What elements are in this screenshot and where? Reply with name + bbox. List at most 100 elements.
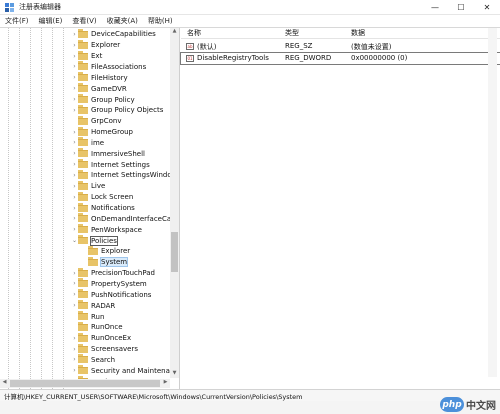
- registry-key-tree[interactable]: › DeviceCapabilities › Explorer › Ext › FileAss…: [0, 28, 180, 389]
- menu-view[interactable]: 查看(V): [67, 16, 101, 26]
- close-button[interactable]: ✕: [474, 0, 500, 15]
- tree-item[interactable]: System: [81, 256, 179, 268]
- folder-icon: [78, 72, 88, 82]
- column-header-data[interactable]: 数据: [351, 28, 365, 38]
- expand-chevron-right-icon[interactable]: ›: [71, 31, 78, 38]
- tree-item[interactable]: › ImmersiveShell: [71, 148, 179, 159]
- expand-chevron-down-icon[interactable]: ⌄: [71, 237, 78, 244]
- expand-chevron-right-icon[interactable]: ›: [71, 205, 78, 212]
- tree-item-label: Live: [91, 182, 106, 191]
- tree-vertical-scrollbar[interactable]: ▲ ▼: [170, 28, 179, 378]
- tree-item-label: Explorer: [101, 247, 131, 256]
- minimize-button[interactable]: —: [422, 0, 448, 15]
- tree-item[interactable]: › GameDVR: [71, 83, 179, 94]
- tree-item[interactable]: › PushNotifications: [71, 289, 179, 300]
- tree-item-label: GrpConv: [91, 117, 122, 126]
- expand-chevron-right-icon[interactable]: ›: [71, 161, 78, 168]
- tree-item[interactable]: › ime: [71, 137, 179, 149]
- tree-item[interactable]: › RADAR: [71, 300, 179, 311]
- expand-chevron-right-icon[interactable]: ›: [71, 129, 78, 136]
- expand-chevron-right-icon[interactable]: ›: [71, 280, 78, 287]
- tree-item[interactable]: Run: [71, 311, 179, 322]
- expand-chevron-right-icon[interactable]: ›: [71, 139, 78, 146]
- tree-item[interactable]: › OnDemandInterfaceCach: [71, 213, 179, 224]
- folder-icon: [78, 224, 88, 234]
- menu-file[interactable]: 文件(F): [0, 16, 34, 26]
- expand-chevron-right-icon[interactable]: ›: [71, 96, 78, 103]
- tree-item[interactable]: › Screensavers: [71, 343, 179, 355]
- tree-item[interactable]: RunOnce: [71, 321, 179, 333]
- tree-hscroll-thumb[interactable]: [10, 380, 160, 387]
- tree-item[interactable]: › Group Policy Objects: [71, 104, 179, 116]
- tree-horizontal-scrollbar[interactable]: ◀ ▶: [0, 379, 170, 388]
- tree-item[interactable]: › PropertySystem: [71, 278, 179, 290]
- tree-item[interactable]: Explorer: [81, 245, 179, 257]
- folder-icon: [78, 169, 88, 179]
- expand-chevron-right-icon[interactable]: ›: [71, 215, 78, 222]
- tree-item-label: PenWorkspace: [91, 225, 142, 234]
- expand-chevron-right-icon[interactable]: ›: [71, 53, 78, 60]
- column-header-type[interactable]: 类型: [285, 28, 299, 38]
- scroll-right-arrow-icon[interactable]: ▶: [161, 379, 170, 388]
- scroll-up-arrow-icon[interactable]: ▲: [170, 28, 179, 36]
- tree-item[interactable]: ⌄ Policies: [71, 235, 179, 246]
- expand-chevron-right-icon[interactable]: ›: [71, 150, 78, 157]
- folder-icon: [78, 50, 88, 60]
- expand-chevron-right-icon[interactable]: ›: [71, 85, 78, 92]
- column-header-name[interactable]: 名称: [187, 28, 201, 38]
- expand-chevron-right-icon[interactable]: ›: [71, 291, 78, 298]
- expand-chevron-right-icon[interactable]: ›: [71, 335, 78, 342]
- tree-item[interactable]: › Group Policy: [71, 94, 179, 105]
- tree-item-label: GameDVR: [91, 84, 127, 93]
- expand-chevron-right-icon[interactable]: ›: [71, 107, 78, 114]
- expand-chevron-right-icon[interactable]: ›: [71, 74, 78, 81]
- value-row-disableregistrytools[interactable]: 01 DisableRegistryTools REG_DWORD 0x0000…: [180, 52, 500, 65]
- tree-item[interactable]: › PenWorkspace: [71, 224, 179, 235]
- tree-item[interactable]: › Explorer: [71, 39, 179, 51]
- tree-item[interactable]: › Internet Settings: [71, 159, 179, 170]
- tree-item[interactable]: › Internet SettingsWindow: [71, 169, 179, 181]
- value-name: DisableRegistryTools: [197, 54, 269, 62]
- expand-chevron-right-icon[interactable]: ›: [71, 356, 78, 363]
- expand-chevron-right-icon[interactable]: ›: [71, 63, 78, 70]
- expand-chevron-right-icon[interactable]: ›: [71, 302, 78, 309]
- tree-item[interactable]: › PrecisionTouchPad: [71, 267, 179, 279]
- tree-item[interactable]: › Security and Maintenance: [71, 365, 179, 376]
- expand-chevron-right-icon[interactable]: ›: [71, 194, 78, 201]
- expand-chevron-right-icon[interactable]: ›: [71, 226, 78, 233]
- expand-chevron-right-icon[interactable]: ›: [71, 42, 78, 49]
- expand-chevron-right-icon[interactable]: ›: [71, 183, 78, 190]
- expand-chevron-right-icon[interactable]: ›: [71, 346, 78, 353]
- tree-item[interactable]: GrpConv: [71, 115, 179, 127]
- expand-chevron-right-icon[interactable]: ›: [71, 270, 78, 277]
- folder-icon: [78, 365, 88, 375]
- menu-favorites[interactable]: 收藏夹(A): [102, 16, 143, 26]
- menu-bar: 文件(F) 编辑(E) 查看(V) 收藏夹(A) 帮助(H): [0, 15, 500, 28]
- expand-chevron-right-icon[interactable]: ›: [71, 172, 78, 179]
- tree-item-label: Run: [91, 312, 105, 321]
- expand-chevron-right-icon[interactable]: ›: [71, 367, 78, 374]
- tree-item[interactable]: › DeviceCapabilities: [71, 28, 179, 40]
- tree-item[interactable]: › Search: [71, 354, 179, 366]
- regedit-app-icon: [5, 2, 14, 12]
- tree-item[interactable]: › RunOnceEx: [71, 332, 179, 344]
- tree-item[interactable]: › Lock Screen: [71, 191, 179, 203]
- menu-edit[interactable]: 编辑(E): [34, 16, 68, 26]
- tree-item[interactable]: › FileHistory: [71, 72, 179, 83]
- maximize-button[interactable]: ☐: [448, 0, 474, 15]
- scroll-down-arrow-icon[interactable]: ▼: [170, 370, 179, 378]
- string-value-icon: ab: [186, 43, 194, 50]
- tree-item[interactable]: › Live: [71, 180, 179, 192]
- menu-help[interactable]: 帮助(H): [143, 16, 178, 26]
- registry-values-list[interactable]: 名称 类型 数据 ab (默认) REG_SZ (数值未设置) 01 Disab…: [180, 28, 500, 389]
- tree-item[interactable]: › FileAssociations: [71, 61, 179, 73]
- tree-item-label: PropertySystem: [91, 279, 147, 288]
- list-vertical-scrollbar[interactable]: [488, 28, 497, 377]
- folder-icon: [78, 137, 88, 147]
- value-row-default[interactable]: ab (默认) REG_SZ (数值未设置): [181, 41, 500, 52]
- scroll-left-arrow-icon[interactable]: ◀: [0, 379, 9, 388]
- tree-item[interactable]: › HomeGroup: [71, 126, 179, 138]
- tree-item[interactable]: › Ext: [71, 50, 179, 62]
- tree-scroll-thumb[interactable]: [171, 232, 178, 272]
- tree-item[interactable]: › Notifications: [71, 202, 179, 214]
